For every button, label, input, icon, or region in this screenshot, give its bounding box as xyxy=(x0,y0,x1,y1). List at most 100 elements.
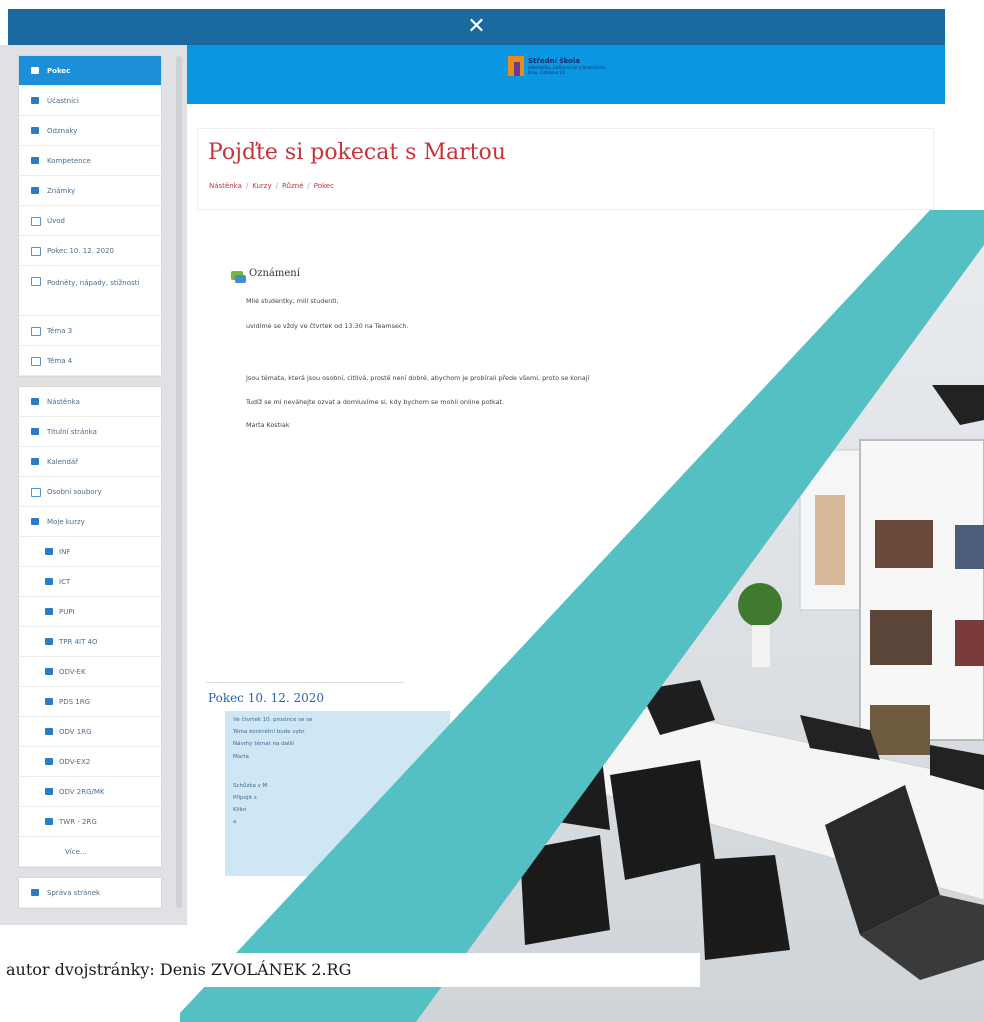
breadcrumb-separator: / xyxy=(245,182,249,190)
sidebar-admin-group: Správa stránek xyxy=(18,877,162,909)
table-top xyxy=(478,689,984,901)
breadcrumb: Nástěnka / Kurzy / Různé / Pokec xyxy=(209,182,334,190)
author-caption: autor dvojstránky: Denis ZVOLÁNEK 2.RG xyxy=(0,953,700,987)
sidebar-item-titulni-stranka[interactable]: Titulní stránka xyxy=(19,417,161,447)
home-icon xyxy=(31,428,39,435)
sidebar-course-ict[interactable]: ICT xyxy=(19,567,161,597)
sidebar-item-label: INF xyxy=(59,548,71,556)
books-row-2b xyxy=(955,620,984,666)
graduation-cap-icon xyxy=(45,548,53,555)
sidebar-item-label: Moje kurzy xyxy=(47,518,85,526)
announcement-heading[interactable]: Oznámení xyxy=(249,268,300,279)
sidebar-course-twr[interactable]: TWR - 2RG xyxy=(19,807,161,837)
breadcrumb-item[interactable]: Nástěnka xyxy=(209,182,242,190)
sidebar-item-tema-4[interactable]: Téma 4 xyxy=(19,346,161,376)
sidebar-item-odznaky[interactable]: Odznaky xyxy=(19,116,161,146)
table-icon xyxy=(31,187,39,194)
sidebar-course-odv-1rg[interactable]: ODV 1RG xyxy=(19,717,161,747)
sidebar-item-znamky[interactable]: Známky xyxy=(19,176,161,206)
school-logo[interactable]: Střední škola informatiky, poštovnictví … xyxy=(508,56,643,78)
close-bar[interactable]: ✕ xyxy=(8,9,945,45)
folder-icon xyxy=(31,277,41,286)
announcement-line: uvidíme se vždy ve čtvrtek od 13:30 na T… xyxy=(246,322,409,330)
sidebar: Pokec Účastníci Odznaky Kompetence Známk… xyxy=(18,55,162,918)
sidebar-item-label: ICT xyxy=(59,578,71,586)
bookcase xyxy=(859,439,984,741)
breadcrumb-item[interactable]: Pokec xyxy=(314,182,334,190)
sidebar-item-label: Nástěnka xyxy=(47,398,80,406)
sidebar-item-tema-3[interactable]: Téma 3 xyxy=(19,316,161,346)
sidebar-item-label: Účastníci xyxy=(47,97,79,105)
graduation-cap-icon xyxy=(31,518,39,525)
folder-icon xyxy=(31,217,41,226)
section-line[interactable]: Připojit s xyxy=(233,795,257,801)
section-divider xyxy=(206,682,404,683)
sidebar-item-pokec-date[interactable]: Pokec 10. 12. 2020 xyxy=(19,236,161,266)
sidebar-item-osobni-soubory[interactable]: Osobní soubory xyxy=(19,477,161,507)
sidebar-scrollbar[interactable] xyxy=(176,56,182,908)
sidebar-item-label: Kalendář xyxy=(47,458,79,466)
plant-pot xyxy=(752,625,770,667)
logo-line-1: Střední škola xyxy=(528,57,580,65)
sidebar-item-label: PUPI xyxy=(59,608,75,616)
graduation-cap-icon xyxy=(45,668,53,675)
breadcrumb-separator: / xyxy=(307,182,310,190)
breadcrumb-item[interactable]: Různé xyxy=(282,182,303,190)
sidebar-course-inf[interactable]: INF xyxy=(19,537,161,567)
folder-icon xyxy=(31,357,41,366)
sidebar-item-uvod[interactable]: Úvod xyxy=(19,206,161,236)
sidebar-item-label: PDS 1RG xyxy=(59,698,91,706)
sidebar-item-kalendar[interactable]: Kalendář xyxy=(19,447,161,477)
graduation-cap-icon xyxy=(45,608,53,615)
sidebar-item-kompetence[interactable]: Kompetence xyxy=(19,146,161,176)
sidebar-item-label: TWR - 2RG xyxy=(59,818,97,826)
sidebar-item-label: ODV-EX2 xyxy=(59,758,91,766)
users-icon xyxy=(31,97,39,104)
announcement-line: Jsou témata, která jsou osobní, citlivá,… xyxy=(246,374,590,382)
section-title[interactable]: Pokec 10. 12. 2020 xyxy=(208,691,324,705)
books-row-2 xyxy=(870,610,932,665)
sidebar-course-tpr[interactable]: TPR 4IT 4O xyxy=(19,627,161,657)
sidebar-item-nastenka[interactable]: Nástěnka xyxy=(19,387,161,417)
sidebar-item-pokec[interactable]: Pokec xyxy=(19,56,161,86)
sidebar-item-sprava-stranek[interactable]: Správa stránek xyxy=(19,878,161,908)
sidebar-item-ucastnici[interactable]: Účastníci xyxy=(19,86,161,116)
section-line: Ve čtvrtek 10. prosince se se xyxy=(233,717,313,723)
page-title: Pojďte si pokecat s Martou xyxy=(208,140,506,165)
section-line[interactable]: Klikn xyxy=(233,807,246,813)
projector-mount xyxy=(932,385,984,425)
section-line: Téma konkrétní bude vybr xyxy=(233,729,305,735)
sidebar-course-group: Pokec Účastníci Odznaky Kompetence Známk… xyxy=(18,55,162,377)
chair xyxy=(520,835,610,945)
sidebar-item-label: ODV 2RG/MK xyxy=(59,788,105,796)
sidebar-course-odv-ek[interactable]: ODV-EK xyxy=(19,657,161,687)
graduation-cap-icon xyxy=(45,638,53,645)
graduation-cap-icon xyxy=(45,818,53,825)
dashboard-icon xyxy=(31,398,39,405)
chair xyxy=(930,745,984,790)
sidebar-course-pupi[interactable]: PUPI xyxy=(19,597,161,627)
sidebar-course-odv-ex2[interactable]: ODV-EX2 xyxy=(19,747,161,777)
breadcrumb-item[interactable]: Kurzy xyxy=(252,182,271,190)
sidebar-course-odv-2rg[interactable]: ODV 2RG/MK xyxy=(19,777,161,807)
sidebar-item-label: Více... xyxy=(65,848,87,856)
close-icon[interactable]: ✕ xyxy=(467,14,485,39)
announcement-line: Tudíž se mi neváhejte ozvat a domluvíme … xyxy=(246,398,505,406)
chair xyxy=(700,855,790,960)
announcement-line: Milé studentky, milí studenti, xyxy=(246,297,339,305)
classroom-photo xyxy=(416,245,984,1022)
sidebar-item-label: Správa stránek xyxy=(47,889,101,897)
sidebar-course-pds[interactable]: PDS 1RG xyxy=(19,687,161,717)
sidebar-item-label: Odznaky xyxy=(47,127,78,135)
chair xyxy=(610,760,715,880)
books-row-1b xyxy=(955,525,984,569)
folder-icon xyxy=(31,247,41,256)
chair xyxy=(640,680,715,735)
books-row-1 xyxy=(875,520,933,568)
sidebar-more-link[interactable]: Více... xyxy=(19,837,161,867)
sidebar-item-moje-kurzy[interactable]: Moje kurzy xyxy=(19,507,161,537)
sidebar-item-podnety[interactable]: Podněty, nápady, stížnosti xyxy=(19,266,161,316)
section-line: Marta xyxy=(233,754,249,760)
chair xyxy=(540,735,610,830)
section-line: a xyxy=(233,819,237,825)
